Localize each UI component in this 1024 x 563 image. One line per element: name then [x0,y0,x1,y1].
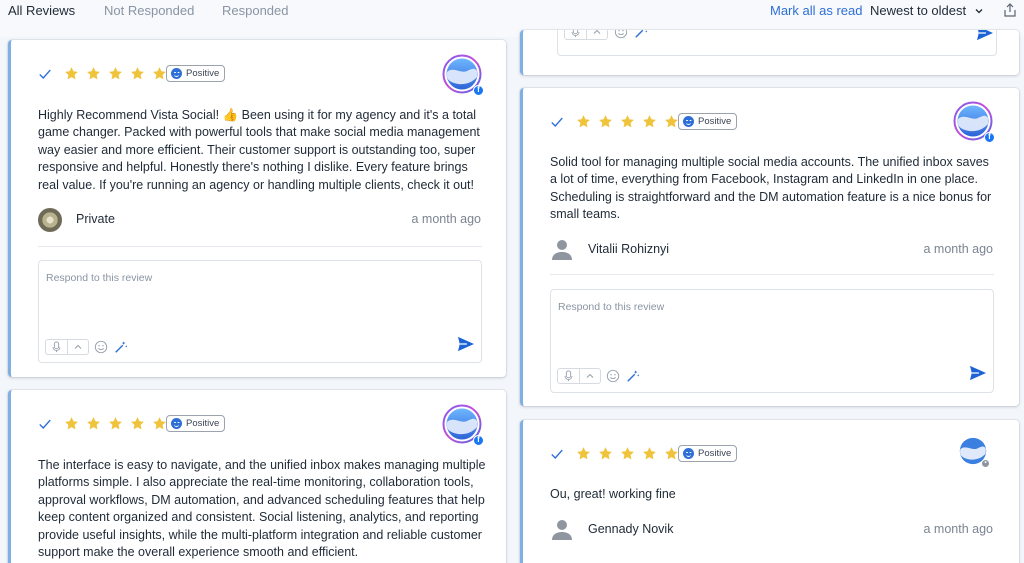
brand-avatar: • [956,434,990,468]
sentiment-label: Positive [186,68,220,79]
star-icon [108,416,123,431]
star-icon [642,114,657,129]
review-time: a month ago [923,522,994,536]
user-icon [550,237,574,261]
star-icon [598,446,613,461]
review-card: Positive f Solid tool for managing multi… [520,88,1019,406]
star-rating [64,66,167,81]
caret-up-icon [592,30,602,37]
smile-icon [683,448,694,459]
star-icon [576,114,591,129]
review-time: a month ago [923,242,994,256]
star-rating [64,416,167,431]
sentiment-badge: Positive [166,65,226,82]
facebook-icon: f [473,435,484,446]
star-icon [152,66,167,81]
star-icon [576,446,591,461]
smile-icon [683,116,694,127]
star-icon [86,416,101,431]
star-rating [576,446,679,461]
source-icon: • [981,459,990,468]
microphone-icon [571,30,580,38]
smile-icon [171,418,182,429]
send-icon[interactable] [969,365,987,381]
facebook-icon: f [984,132,995,143]
brand-avatar: f [442,404,484,446]
review-card: Positive f Highly Recommend Vista Social… [8,40,506,377]
emoji-icon[interactable] [94,340,108,354]
reply-box[interactable] [557,30,997,56]
brand-avatar: f [953,101,995,143]
star-icon [664,446,679,461]
avatar [38,208,62,232]
sentiment-badge: Positive [678,445,738,462]
review-text: Ou, great! working fine [550,487,676,501]
sentiment-badge: Positive [166,415,226,432]
emoji-icon[interactable] [606,369,620,383]
sort-label: Newest to oldest [870,3,967,18]
reply-box[interactable]: Respond to this review [38,260,482,363]
star-icon [130,66,145,81]
reply-box[interactable]: Respond to this review [550,289,994,393]
star-rating [576,114,679,129]
magic-wand-icon[interactable] [626,369,640,383]
sentiment-badge: Positive [678,113,738,130]
emoji-icon[interactable] [614,30,628,39]
tab-responded[interactable]: Responded [222,3,289,18]
magic-wand-icon[interactable] [114,340,128,354]
star-icon [598,114,613,129]
divider [38,246,482,247]
share-icon[interactable] [1002,2,1018,18]
review-text: Solid tool for managing multiple social … [550,155,992,222]
tab-not-responded[interactable]: Not Responded [104,3,194,18]
caret-up-icon [585,371,595,381]
star-icon [130,416,145,431]
star-icon [642,446,657,461]
review-text: The interface is easy to navigate, and t… [38,458,486,560]
star-icon [620,114,635,129]
facebook-icon: f [473,85,484,96]
check-icon[interactable] [550,115,564,129]
user-icon [550,517,574,541]
send-icon[interactable] [976,30,994,41]
star-icon [64,416,79,431]
microphone-icon [564,370,573,382]
sentiment-label: Positive [186,418,220,429]
voice-controls[interactable] [564,30,608,40]
voice-controls[interactable] [45,339,89,355]
tab-all-reviews[interactable]: All Reviews [8,3,75,18]
review-card: Positive • Ou, great! working fine Genna… [520,420,1019,563]
sentiment-label: Positive [698,448,732,459]
star-icon [64,66,79,81]
review-time: a month ago [411,212,482,226]
microphone-icon [52,341,61,353]
caret-up-icon [73,342,83,352]
review-author: Gennady Novik [588,522,674,536]
check-icon[interactable] [38,67,52,81]
brand-avatar: f [442,54,484,96]
sentiment-label: Positive [698,116,732,127]
magic-wand-icon[interactable] [634,30,648,39]
chevron-down-icon [974,6,984,16]
divider [550,274,994,275]
check-icon[interactable] [550,447,564,461]
reply-placeholder: Respond to this review [558,301,665,313]
review-author: Private [76,212,115,226]
smile-icon [171,68,182,79]
star-icon [152,416,167,431]
review-author: Vitalii Rohiznyi [588,242,670,256]
reply-placeholder: Respond to this review [46,272,153,284]
review-text: Highly Recommend Vista Social! 👍 Been us… [38,108,480,192]
review-card-partial [520,30,1019,75]
voice-controls[interactable] [557,368,601,384]
review-card: Positive f The interface is easy to navi… [8,390,506,563]
sort-dropdown[interactable]: Newest to oldest [870,3,984,18]
star-icon [108,66,123,81]
star-icon [664,114,679,129]
star-icon [620,446,635,461]
send-icon[interactable] [457,336,475,352]
star-icon [86,66,101,81]
check-icon[interactable] [38,417,52,431]
mark-all-read-button[interactable]: Mark all as read [770,3,862,18]
